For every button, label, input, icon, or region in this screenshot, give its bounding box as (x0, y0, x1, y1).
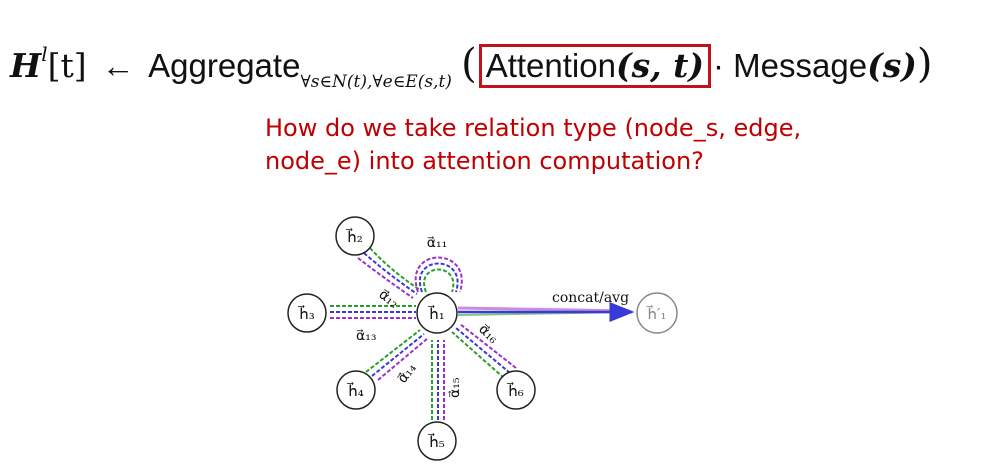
node-h4: h⃗₄ (336, 370, 376, 410)
output-label: concat/avg (552, 290, 629, 306)
label-alpha-15: α⃗₁₅ (447, 377, 463, 398)
node-h3: h⃗₃ (287, 293, 327, 333)
edge-h2-head1 (369, 247, 421, 291)
node-output: h⃗′₁ (636, 292, 678, 334)
label-alpha-12: α⃗₁₂ (376, 287, 402, 312)
label-alpha-13: α⃗₁₃ (356, 328, 376, 344)
edge-h2-head2 (363, 252, 418, 295)
node-h2-label: h⃗₂ (345, 227, 363, 246)
node-h1: h⃗₁ (416, 292, 458, 334)
self-loop-head3 (414, 256, 463, 293)
edge-h3-to-h1 (330, 305, 416, 319)
node-h4-label: h⃗₄ (346, 381, 364, 400)
node-h3-label: h⃗₃ (297, 304, 315, 323)
label-alpha-11: α⃗₁₁ (427, 235, 447, 251)
node-output-label: h⃗′₁ (645, 304, 666, 323)
edge-h5-to-h1 (431, 340, 445, 420)
node-h5-label: h⃗₅ (427, 432, 445, 451)
self-loop-head1 (423, 268, 455, 293)
node-h6-label: h⃗₆ (506, 381, 524, 400)
node-h2: h⃗₂ (335, 216, 375, 256)
label-alpha-16: α⃗₁₆ (475, 321, 501, 347)
node-h6: h⃗₆ (496, 370, 536, 410)
node-h5: h⃗₅ (417, 421, 457, 461)
multi-head-attention-diagram: h⃗₁ h⃗₂ h⃗₃ h⃗₄ h⃗₅ h⃗₆ h⃗′₁ α⃗₁₁ α⃗₁₂ α… (287, 216, 678, 461)
output-edge (457, 302, 635, 322)
self-loop-h1 (414, 256, 463, 293)
node-h1-label: h⃗₁ (427, 304, 445, 323)
